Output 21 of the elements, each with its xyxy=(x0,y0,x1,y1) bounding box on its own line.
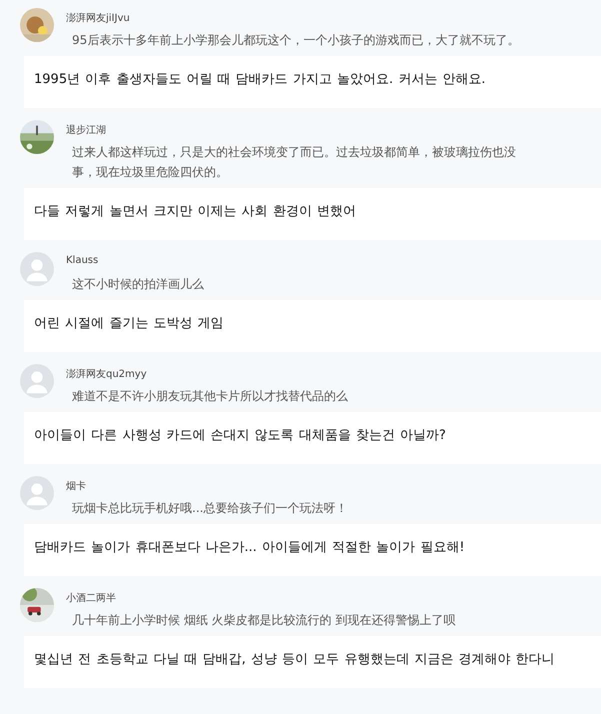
translation-text: 몇십년 전 초등학교 다닐 때 담배갑, 성냥 등이 모두 유행했는데 지금은 경계해야 한다니 xyxy=(34,652,555,667)
avatar-icon xyxy=(20,476,54,510)
translation-text: 다들 저렇게 놀면서 크지만 이제는 사회 환경이 변했어 xyxy=(34,204,356,219)
username[interactable]: 澎湃网友qu2myy xyxy=(66,367,147,381)
comment-text: 过来人都这样玩过，只是大的社会环境变了而已。过去垃圾都简单，被玻璃拉伤也没事，现在垃圾里危险四伏的。 xyxy=(72,144,517,181)
comment-text: 难道不是不许小朋友玩其他卡片所以才找替代品的么 xyxy=(72,388,349,405)
comment-text: 几十年前上小学时候 烟纸 火柴皮都是比较流行的 到现在还得警惕上了呗 xyxy=(72,612,456,629)
username[interactable]: 小酒二两半 xyxy=(66,591,116,605)
translation-text: 아이들이 다른 사행성 카드에 손대지 않도록 대체품을 찾는건 아닐까? xyxy=(34,428,446,443)
comment-text: 玩烟卡总比玩手机好哦...总要给孩子们一个玩法呀！ xyxy=(72,500,348,517)
translation-text: 어린 시절에 즐기는 도박성 게임 xyxy=(34,316,224,331)
avatar-icon xyxy=(20,364,54,398)
username[interactable]: 澎湃网友jiIJvu xyxy=(66,11,130,25)
comment-text: 95后表示十多年前上小学那会儿都玩这个，一个小孩子的游戏而已，大了就不玩了。 xyxy=(72,32,520,49)
username[interactable]: 烟卡 xyxy=(66,479,86,493)
username[interactable]: 退步江湖 xyxy=(66,123,106,137)
avatar-icon xyxy=(20,252,54,286)
translation-text: 1995년 이후 출생자들도 어릴 때 담배카드 가지고 놀았어요. 커서는 안해요. xyxy=(34,72,486,87)
username[interactable]: Klauss xyxy=(66,255,98,266)
comment-text: 这不小时候的拍洋画儿么 xyxy=(72,276,205,293)
translation-text: 담배카드 놀이가 휴대폰보다 나은가... 아이들에게 적절한 놀이가 필요해! xyxy=(34,540,465,555)
